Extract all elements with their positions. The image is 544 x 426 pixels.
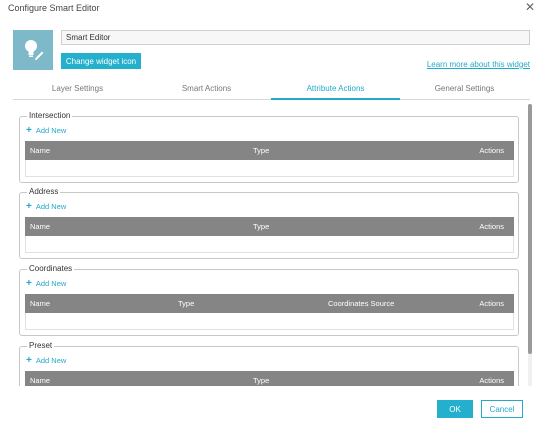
widget-name-input[interactable] [61,30,530,45]
section-legend: Address [27,187,61,196]
add-new-label: Add New [35,279,67,288]
tab-content-panel: Intersection + Add New Name Type Actions… [13,104,532,386]
dialog-title: Configure Smart Editor [8,3,100,13]
plus-icon: + [26,124,32,136]
table-body [25,313,514,330]
column-header-name: Name [30,376,51,385]
table-header: Name Type Actions [25,371,514,386]
plus-icon: + [26,277,32,289]
ok-button[interactable]: OK [437,400,473,418]
column-header-type: Type [253,376,270,385]
section-legend: Intersection [27,111,73,120]
section-legend: Coordinates [27,264,75,273]
learn-more-link[interactable]: Learn more about this widget [427,60,530,69]
section-address: Address + Add New Name Type Actions [19,187,519,259]
table-body [25,160,514,177]
plus-icon: + [26,354,32,366]
table-header: Name Type Coordinates Source Actions [25,294,514,313]
section-legend: Preset [27,341,55,350]
add-new-label: Add New [35,202,67,211]
dialog-footer: OK Cancel [0,388,544,426]
plus-icon: + [26,200,32,212]
tab-attribute-actions[interactable]: Attribute Actions [271,80,400,100]
add-new-button[interactable]: + Add New [26,354,67,366]
table-header: Name Type Actions [25,141,514,160]
column-header-coordinates-source: Coordinates Source [328,299,395,308]
scrollbar-thumb[interactable] [528,104,532,354]
column-header-actions: Actions [479,146,504,155]
section-intersection: Intersection + Add New Name Type Actions [19,111,519,183]
close-icon[interactable]: ✕ [525,1,535,13]
add-new-label: Add New [35,126,67,135]
tab-layer-settings[interactable]: Layer Settings [13,80,142,100]
add-new-button[interactable]: + Add New [26,200,67,212]
tab-bar: Layer Settings Smart Actions Attribute A… [13,80,530,100]
table-body [25,236,514,253]
pencil-lightbulb-icon [25,40,45,62]
section-preset: Preset + Add New Name Type Actions [19,341,519,386]
section-coordinates: Coordinates + Add New Name Type Coordina… [19,264,519,336]
column-header-name: Name [30,299,51,308]
add-new-button[interactable]: + Add New [26,124,67,136]
column-header-name: Name [30,146,51,155]
dialog-titlebar: Configure Smart Editor ✕ [0,0,544,16]
tab-smart-actions[interactable]: Smart Actions [142,80,271,100]
column-header-actions: Actions [479,299,504,308]
column-header-actions: Actions [479,222,504,231]
tab-general-settings[interactable]: General Settings [400,80,529,100]
add-new-label: Add New [35,356,67,365]
add-new-button[interactable]: + Add New [26,277,67,289]
cancel-button[interactable]: Cancel [481,400,523,418]
column-header-type: Type [178,299,195,308]
widget-icon-preview [13,30,53,70]
column-header-type: Type [253,222,270,231]
column-header-name: Name [30,222,51,231]
change-widget-icon-button[interactable]: Change widget icon [61,53,141,69]
column-header-actions: Actions [479,376,504,385]
column-header-type: Type [253,146,270,155]
table-header: Name Type Actions [25,217,514,236]
